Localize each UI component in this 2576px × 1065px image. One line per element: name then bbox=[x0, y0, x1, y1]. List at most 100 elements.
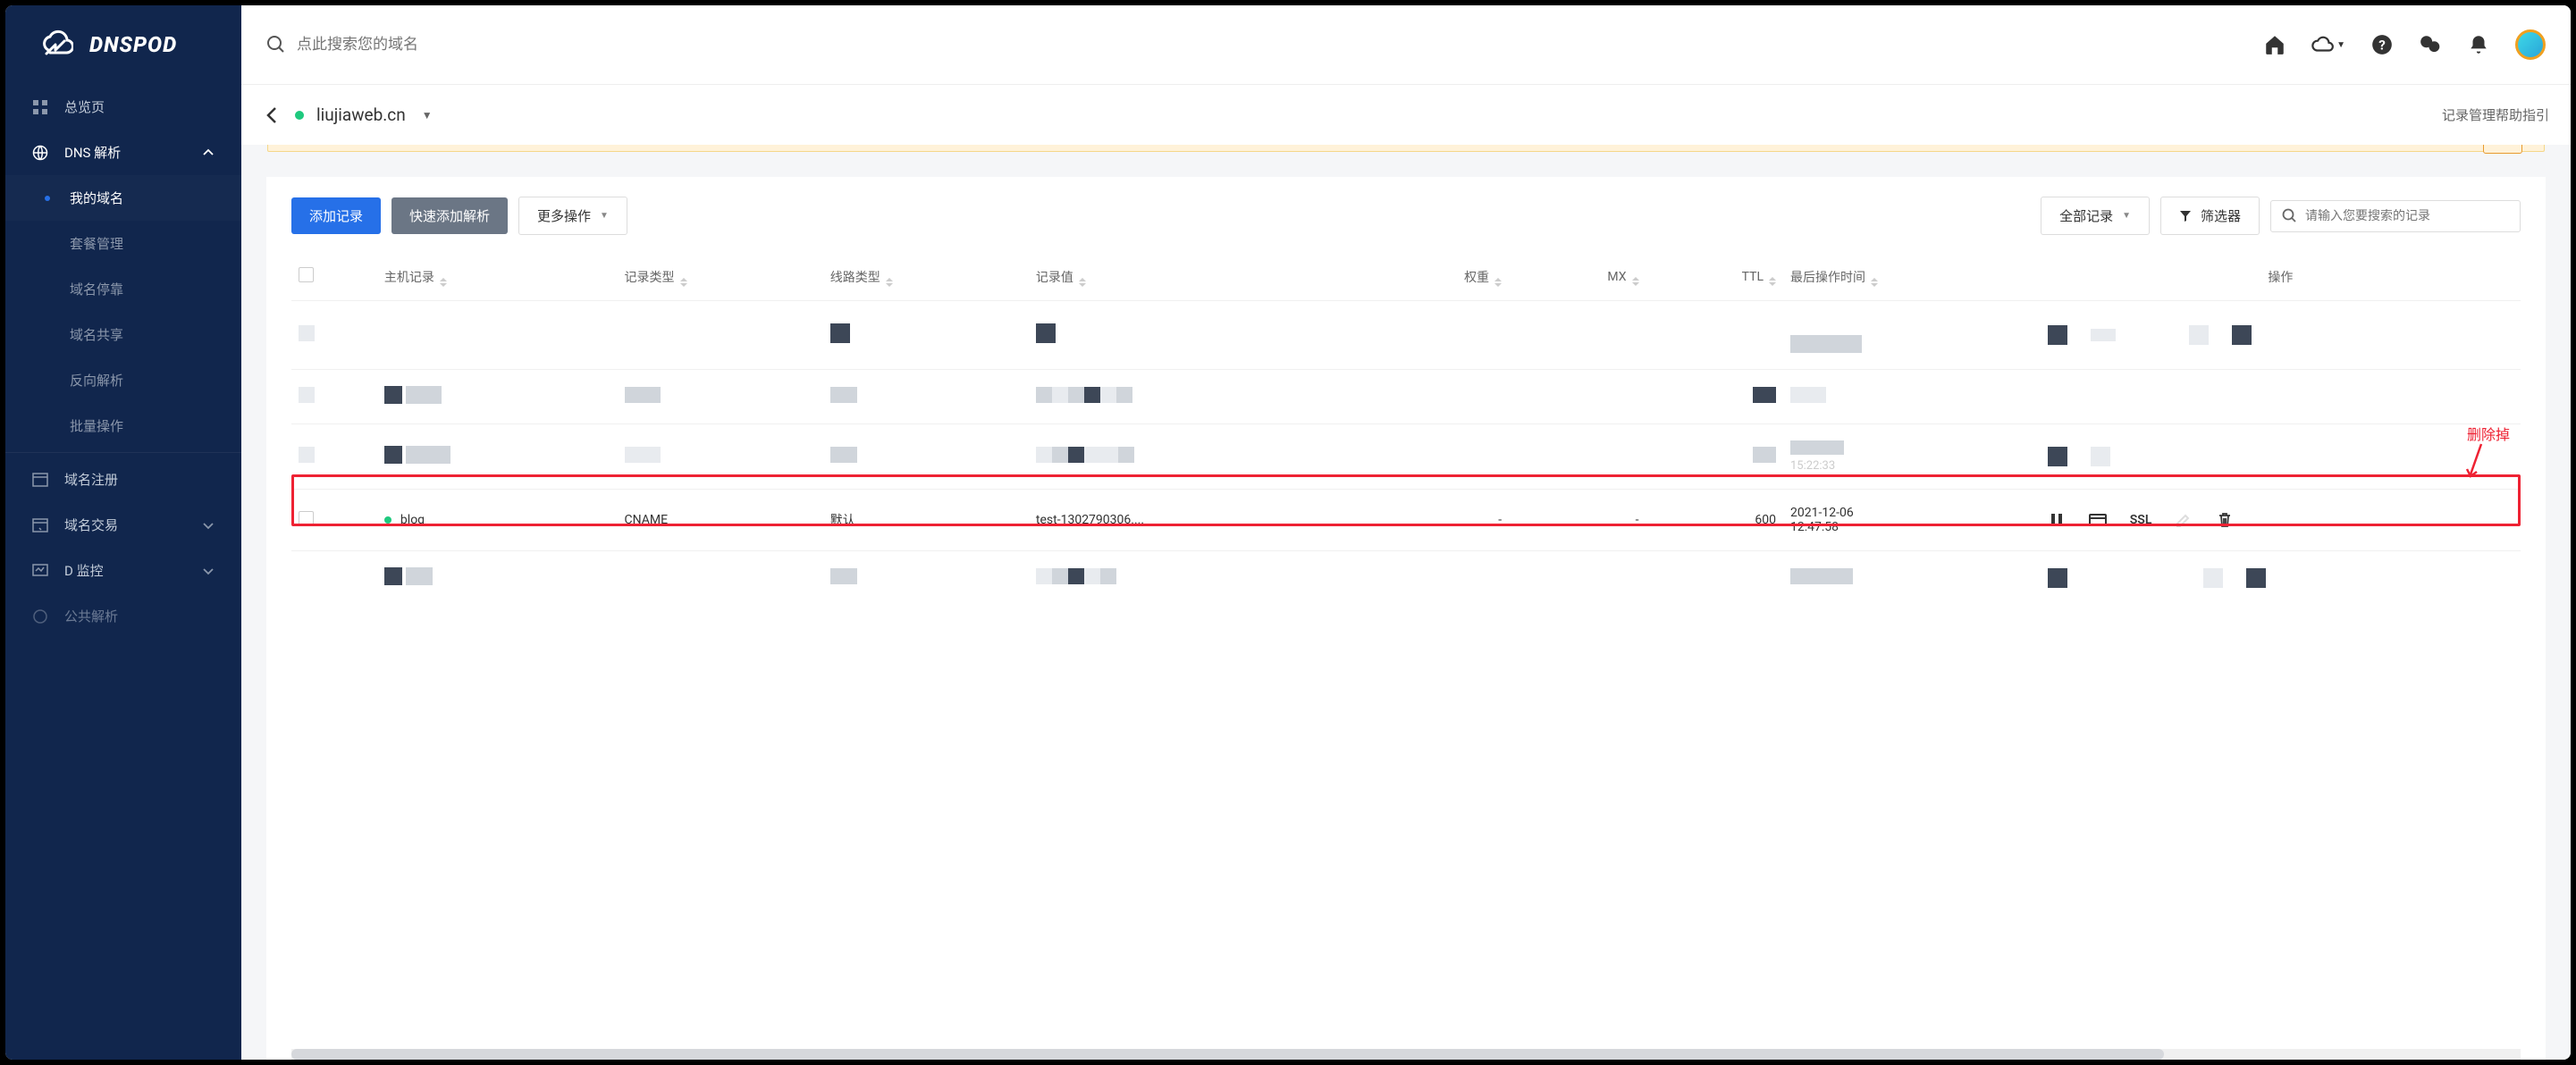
content-pad: 添加记录 快速添加解析 更多操作 ▼ 全部记录 ▼ 筛选器 bbox=[241, 145, 2571, 1060]
nav-dns-label: DNS 解析 bbox=[64, 143, 121, 162]
nav-trade[interactable]: 域名交易 bbox=[5, 502, 241, 548]
nav-register-label: 域名注册 bbox=[64, 470, 118, 489]
funnel-icon bbox=[2179, 210, 2192, 222]
domain-name: liujiaweb.cn bbox=[316, 105, 406, 125]
col-ttl[interactable]: TTL bbox=[1646, 253, 1783, 301]
cell-host: blog bbox=[400, 513, 425, 527]
nav-my-domains[interactable]: 我的域名 bbox=[5, 175, 241, 221]
global-search-input[interactable] bbox=[297, 36, 654, 54]
logo-area: DNSPOD bbox=[5, 5, 241, 84]
horizontal-scrollbar[interactable] bbox=[291, 1049, 2521, 1060]
table-wrap: 主机记录 记录类型 线路类型 记录值 权重 MX TTL 最后操作时间 操作 bbox=[291, 253, 2521, 1060]
domain-dropdown-icon[interactable]: ▼ bbox=[422, 109, 433, 122]
row-checkbox[interactable] bbox=[299, 511, 314, 526]
toolbar: 添加记录 快速添加解析 更多操作 ▼ 全部记录 ▼ 筛选器 bbox=[291, 197, 2521, 235]
quick-add-button[interactable]: 快速添加解析 bbox=[391, 197, 508, 234]
nav-divider bbox=[5, 452, 241, 453]
col-updated[interactable]: 最后操作时间 bbox=[1783, 253, 2041, 301]
nav-public[interactable]: 公共解析 bbox=[5, 593, 241, 639]
nav-trade-label: 域名交易 bbox=[64, 516, 118, 534]
chevron-up-icon bbox=[202, 147, 215, 159]
bell-icon[interactable] bbox=[2467, 33, 2490, 56]
table-row bbox=[291, 551, 2521, 606]
col-type[interactable]: 记录类型 bbox=[618, 253, 823, 301]
col-actions: 操作 bbox=[2041, 253, 2521, 301]
nav-monitor[interactable]: D 监控 bbox=[5, 548, 241, 593]
cloud-dropdown[interactable]: ▼ bbox=[2311, 33, 2345, 56]
table-header: 主机记录 记录类型 线路类型 记录值 权重 MX TTL 最后操作时间 操作 bbox=[291, 253, 2521, 301]
search-icon bbox=[266, 35, 286, 55]
home-icon[interactable] bbox=[2263, 33, 2286, 56]
delete-icon[interactable] bbox=[2216, 511, 2234, 529]
cell-mx: - bbox=[1509, 490, 1646, 551]
all-records-button[interactable]: 全部记录 ▼ bbox=[2041, 197, 2150, 235]
row-actions: SSL bbox=[2048, 511, 2513, 529]
cell-value: test-1302790306.... bbox=[1029, 490, 1372, 551]
window-icon bbox=[32, 472, 48, 488]
cell-type: CNAME bbox=[618, 490, 823, 551]
col-value[interactable]: 记录值 bbox=[1029, 253, 1372, 301]
domain-status-dot bbox=[295, 111, 304, 120]
nav-list: 总览页 DNS 解析 我的域名 套餐管理 域名停靠 域名共享 反向解析 批量操作… bbox=[5, 84, 241, 639]
grid-icon bbox=[32, 99, 48, 115]
chevron-down-icon bbox=[202, 565, 215, 577]
sidebar: DNSPOD 总览页 DNS 解析 我的域名 套餐管理 域名停靠 域名共享 反向… bbox=[5, 5, 241, 1060]
record-search-input[interactable] bbox=[2305, 209, 2509, 223]
alert-strip bbox=[267, 145, 2545, 152]
nav-register[interactable]: 域名注册 bbox=[5, 457, 241, 502]
top-icons: ▼ ? bbox=[2263, 29, 2546, 60]
cell-line: 默认 bbox=[823, 490, 1029, 551]
public-icon bbox=[32, 608, 48, 625]
records-table: 主机记录 记录类型 线路类型 记录值 权重 MX TTL 最后操作时间 操作 bbox=[291, 253, 2521, 605]
search-icon bbox=[2282, 208, 2298, 224]
avatar[interactable] bbox=[2515, 29, 2546, 60]
add-record-button[interactable]: 添加记录 bbox=[291, 197, 381, 234]
row-status-dot bbox=[384, 516, 391, 524]
global-search[interactable] bbox=[266, 35, 2247, 55]
select-all-checkbox[interactable] bbox=[299, 267, 314, 282]
filter-button[interactable]: 筛选器 bbox=[2160, 197, 2260, 235]
nav-share[interactable]: 域名共享 bbox=[5, 312, 241, 357]
nav-overview[interactable]: 总览页 bbox=[5, 84, 241, 130]
nav-dns-submenu: 我的域名 套餐管理 域名停靠 域名共享 反向解析 批量操作 bbox=[5, 175, 241, 449]
help-link[interactable]: 记录管理帮助指引 bbox=[2442, 105, 2549, 124]
more-ops-button[interactable]: 更多操作 ▼ bbox=[518, 197, 627, 235]
nav-monitor-label: D 监控 bbox=[64, 561, 104, 580]
cloud-logo-icon bbox=[38, 27, 73, 63]
cell-ttl: 600 bbox=[1646, 490, 1783, 551]
top-bar: ▼ ? bbox=[241, 5, 2571, 84]
globe-icon bbox=[32, 145, 48, 161]
chevron-down-icon bbox=[202, 519, 215, 532]
col-line[interactable]: 线路类型 bbox=[823, 253, 1029, 301]
col-host[interactable]: 主机记录 bbox=[377, 253, 618, 301]
cell-updated: 2021-12-06 12:47:58 bbox=[1783, 490, 2041, 551]
edit-icon[interactable] bbox=[2175, 511, 2193, 529]
col-mx[interactable]: MX bbox=[1509, 253, 1646, 301]
nav-dns[interactable]: DNS 解析 bbox=[5, 130, 241, 175]
nav-reverse[interactable]: 反向解析 bbox=[5, 357, 241, 403]
trade-icon bbox=[32, 517, 48, 533]
nav-public-label: 公共解析 bbox=[64, 607, 118, 625]
scrollbar-thumb[interactable] bbox=[291, 1049, 2164, 1060]
nav-parking[interactable]: 域名停靠 bbox=[5, 266, 241, 312]
table-row-blog: blog CNAME 默认 test-1302790306.... - - 60… bbox=[291, 490, 2521, 551]
pause-icon[interactable] bbox=[2048, 511, 2066, 529]
cell-weight: - bbox=[1372, 490, 1509, 551]
card-icon[interactable] bbox=[2089, 511, 2107, 529]
help-icon[interactable]: ? bbox=[2370, 33, 2394, 56]
svg-text:?: ? bbox=[2378, 37, 2386, 53]
records-panel: 添加记录 快速添加解析 更多操作 ▼ 全部记录 ▼ 筛选器 bbox=[266, 177, 2546, 1060]
col-weight[interactable]: 权重 bbox=[1372, 253, 1509, 301]
wechat-icon[interactable] bbox=[2419, 33, 2442, 56]
brand-text: DNSPOD bbox=[89, 32, 177, 57]
back-icon[interactable] bbox=[263, 105, 282, 125]
nav-batch[interactable]: 批量操作 bbox=[5, 403, 241, 449]
cloud-icon bbox=[2311, 33, 2335, 56]
nav-overview-label: 总览页 bbox=[64, 97, 105, 116]
table-row bbox=[291, 370, 2521, 424]
ssl-button[interactable]: SSL bbox=[2130, 513, 2152, 527]
nav-package[interactable]: 套餐管理 bbox=[5, 221, 241, 266]
record-search[interactable] bbox=[2270, 200, 2521, 232]
table-row: 15:22:33 bbox=[291, 424, 2521, 490]
app-frame: DNSPOD 总览页 DNS 解析 我的域名 套餐管理 域名停靠 域名共享 反向… bbox=[5, 5, 2571, 1060]
